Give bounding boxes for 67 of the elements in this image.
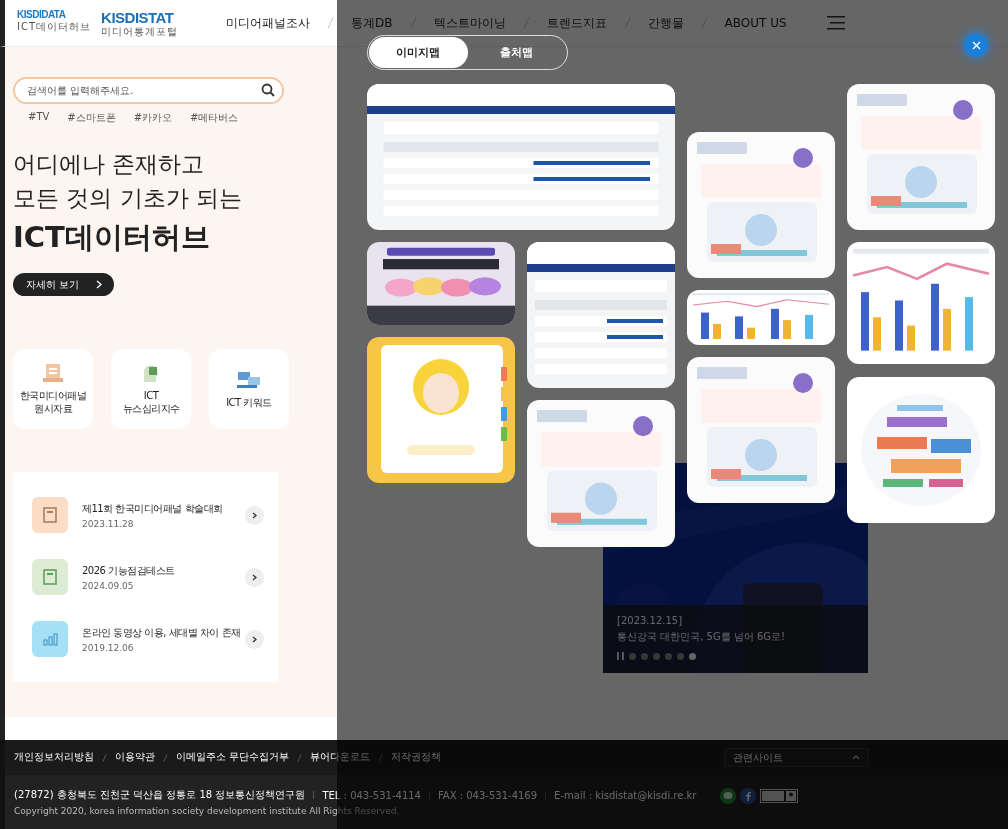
slide-dot[interactable]	[641, 652, 648, 660]
slide-dot[interactable]	[689, 652, 696, 660]
computer-icon	[236, 369, 262, 390]
more-button[interactable]: 자세히 보기	[13, 273, 114, 296]
category-label: ICT 키워드	[226, 395, 272, 409]
footer-link[interactable]: 이용약관	[115, 751, 155, 764]
hashtag-link[interactable]: #메타버스	[190, 111, 239, 125]
hashtag-link[interactable]: #TV	[28, 111, 50, 125]
chevron-icon	[252, 635, 257, 643]
related-sites-dropdown[interactable]: 관련사이트	[724, 748, 869, 767]
hero-text: 어디에나 존재하고	[13, 150, 206, 179]
search-field[interactable]: 검색어를 입력해주세요.	[13, 77, 284, 104]
chat-icon[interactable]	[720, 788, 737, 804]
arrow-button[interactable]	[245, 567, 264, 587]
slide-dot[interactable]	[677, 652, 684, 660]
footer-link[interactable]: 개인정보처리방침	[14, 751, 94, 764]
category-label: 한국미디어패널 원시자료	[19, 389, 87, 415]
chevron-icon	[96, 280, 102, 289]
facebook-icon[interactable]	[740, 788, 757, 804]
bar-chart-icon	[42, 632, 58, 646]
logo[interactable]: KISDISTAT	[101, 9, 179, 25]
pause-icon[interactable]	[617, 652, 624, 660]
hero-text: 모든 것의 기초가 되는	[13, 184, 243, 213]
close-icon	[971, 40, 981, 50]
slide-caption[interactable]: 통신강국 대한민국, 5G를 넘어 6G로!	[617, 630, 854, 644]
view-tab[interactable]: 이미지맵	[369, 37, 468, 68]
menu-icon[interactable]	[826, 16, 845, 30]
view-tab[interactable]: 출처맵	[467, 37, 566, 68]
slide-date: [2023.12.15]	[617, 615, 684, 626]
category-card[interactable]: 한국미디어패널 원시자료	[13, 349, 93, 429]
footer-info: FAX : 043-531-4169	[438, 789, 538, 801]
slide-dot[interactable]	[665, 652, 672, 660]
notebook-icon	[43, 569, 57, 585]
footer-info: TEL : 043-531-4114	[322, 789, 421, 801]
slide-dot[interactable]	[653, 652, 660, 660]
news-title[interactable]: 온라인 동영상 이용, 세대별 차이 존재	[82, 625, 245, 640]
news-date: 2023.11.28	[82, 518, 135, 529]
hashtag-link[interactable]: #스마트폰	[67, 111, 116, 125]
slide-dot[interactable]	[629, 652, 636, 660]
document-icon	[42, 363, 64, 383]
logo-caption: 미디어통계포털	[101, 26, 179, 37]
copyright: Copyright 2020, korea information society development institute All Rights Reserved.	[14, 806, 401, 816]
caret-icon	[852, 755, 860, 760]
chevron-icon	[252, 573, 257, 581]
news-title[interactable]: 2026 기능점검테스트	[82, 563, 245, 578]
footer-link[interactable]: 뷰어다운로드	[310, 751, 371, 764]
category-label: ICT 뉴스심리지수	[122, 389, 180, 415]
footer-info: (27872) 충청북도 진천군 덕산읍 정통로 18 정보통신정책연구원	[14, 788, 306, 802]
category-card[interactable]: ICT 뉴스심리지수	[111, 349, 191, 429]
document-icon	[43, 507, 57, 523]
chevron-icon	[252, 511, 257, 519]
category-card[interactable]: ICT 키워드	[209, 349, 289, 429]
news-date: 2019.12.06	[82, 642, 135, 653]
footer-link[interactable]: 저작권정책	[391, 751, 442, 764]
news-date: 2024.09.05	[82, 580, 135, 591]
arrow-button[interactable]	[245, 629, 264, 649]
footer-info: E-mail : kisdistat@kisdi.re.kr	[554, 789, 697, 801]
news-title[interactable]: 제11회 한국미디어패널 학술대회	[82, 501, 245, 516]
footer-link[interactable]: 이메일주소 무단수집거부	[176, 751, 290, 764]
hero-title: ICT데이터허브	[13, 219, 211, 256]
close-button[interactable]	[964, 33, 988, 57]
hashtag-link[interactable]: #카카오	[133, 111, 173, 125]
nav-item[interactable]: 미디어패널조사	[226, 14, 311, 32]
logo-caption: ICT데이터허브	[17, 21, 92, 32]
search-icon[interactable]	[261, 83, 275, 97]
arrow-button[interactable]	[245, 505, 264, 525]
logo[interactable]: KISDIDATA	[17, 9, 92, 20]
